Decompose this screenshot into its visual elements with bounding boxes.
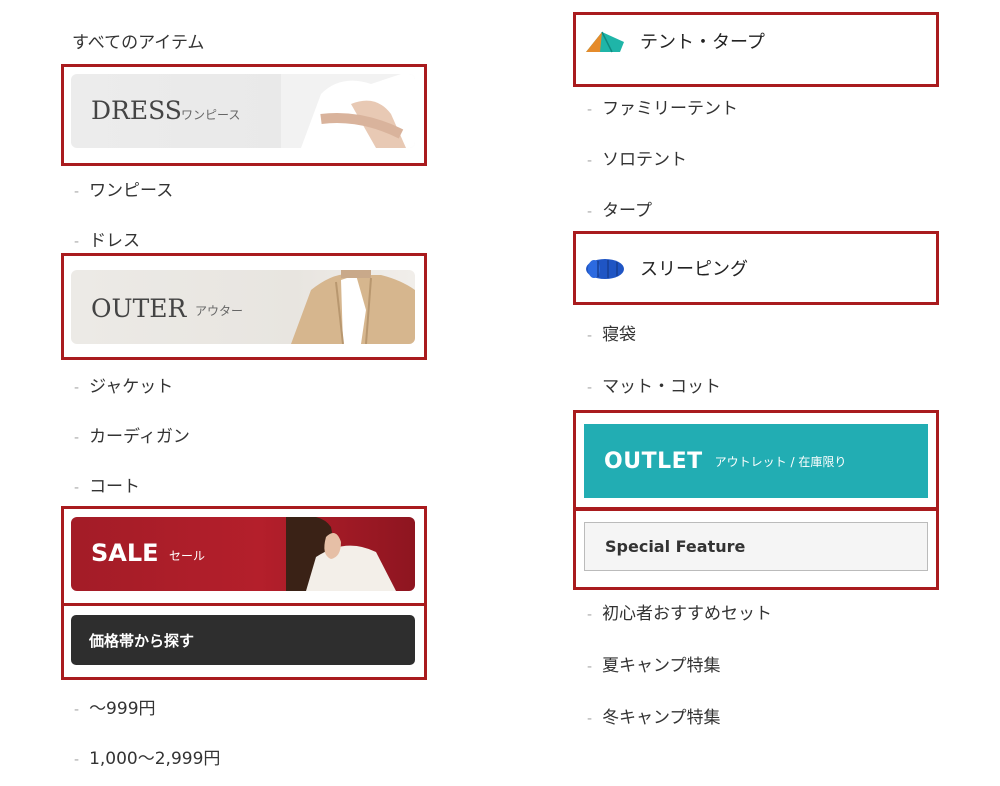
sale-title: SALE — [91, 539, 159, 567]
dress-model-image — [281, 74, 415, 148]
sleeping-category-header[interactable]: スリーピング — [584, 254, 748, 282]
list-item-label: 初心者おすすめセット — [602, 604, 773, 624]
list-item[interactable]: - ジャケット — [74, 372, 173, 397]
dash: - — [587, 102, 593, 118]
list-item[interactable]: - マット・コット — [587, 372, 721, 397]
dash: - — [74, 380, 80, 396]
dash: - — [74, 430, 80, 446]
dash: - — [74, 752, 80, 768]
tent-category-label: テント・タープ — [640, 32, 765, 53]
list-item[interactable]: - 寝袋 — [587, 320, 636, 345]
outlet-banner[interactable]: OUTLET アウトレット / 在庫限り — [584, 424, 928, 498]
list-item-label: ～999円 — [89, 699, 156, 719]
list-item-label: ドレス — [89, 231, 141, 251]
list-item-label: 冬キャンプ特集 — [602, 708, 721, 728]
dash: - — [587, 204, 593, 220]
dress-title: DRESS — [91, 96, 182, 125]
dash: - — [74, 184, 80, 200]
list-item[interactable]: - ワンピース — [74, 176, 173, 201]
dash: - — [587, 328, 593, 344]
list-item[interactable]: - ソロテント — [587, 145, 687, 170]
list-item[interactable]: -1,000～2,999円 — [74, 744, 220, 769]
list-item[interactable]: - ～999円 — [74, 694, 156, 719]
list-item-label: 夏キャンプ特集 — [602, 656, 721, 676]
tent-icon — [586, 31, 624, 53]
list-item-label: ワンピース — [89, 181, 174, 201]
dash: - — [587, 380, 593, 396]
special-feature-button[interactable]: Special Feature — [584, 522, 928, 571]
dash: - — [587, 711, 593, 727]
dash: - — [587, 659, 593, 675]
sale-model-image — [286, 517, 396, 591]
list-item-label: 寝袋 — [602, 325, 637, 345]
dash: - — [74, 702, 80, 718]
price-range-button[interactable]: 価格帯から探す — [71, 615, 415, 665]
list-item-label: カーディガン — [89, 427, 190, 447]
dash: - — [587, 153, 593, 169]
list-item[interactable]: - ドレス — [74, 226, 140, 251]
list-item[interactable]: - 冬キャンプ特集 — [587, 703, 721, 728]
list-item-label: ソロテント — [602, 150, 688, 170]
outer-title: OUTER — [91, 294, 187, 323]
all-items-link[interactable]: すべてのアイテム — [72, 28, 204, 53]
dash: - — [74, 234, 80, 250]
list-item[interactable]: - 初心者おすすめセット — [587, 599, 772, 624]
outlet-title: OUTLET — [604, 448, 703, 474]
list-item-label: コート — [89, 477, 141, 497]
outer-subtitle: アウター — [195, 304, 244, 318]
outer-model-image — [291, 270, 415, 344]
dress-subtitle: ワンピース — [181, 108, 241, 122]
price-range-label: 価格帯から探す — [89, 631, 195, 650]
list-item-label: マット・コット — [602, 377, 722, 397]
sale-subtitle: セール — [169, 549, 206, 563]
outer-banner[interactable]: OUTER アウター — [71, 270, 415, 344]
list-item-label: ジャケット — [89, 377, 174, 397]
dash: - — [587, 607, 593, 623]
special-feature-label: Special Feature — [605, 537, 746, 556]
list-item-label: タープ — [602, 201, 653, 221]
list-item[interactable]: - 夏キャンプ特集 — [587, 651, 721, 676]
sleeping-category-label: スリーピング — [640, 259, 748, 280]
sale-banner[interactable]: SALE セール — [71, 517, 415, 591]
tent-category-header[interactable]: テント・タープ — [584, 28, 765, 54]
list-item[interactable]: - コート — [74, 472, 140, 497]
sleeping-bag-icon — [586, 259, 624, 279]
list-item[interactable]: - カーディガン — [74, 422, 190, 447]
list-item[interactable]: - ファミリーテント — [587, 94, 738, 119]
list-item-label: 1,000～2,999円 — [89, 749, 221, 769]
outlet-subtitle: アウトレット / 在庫限り — [714, 454, 847, 469]
list-item-label: ファミリーテント — [602, 99, 739, 119]
dress-banner[interactable]: DRESS ワンピース — [71, 74, 415, 148]
dash: - — [74, 480, 80, 496]
list-item[interactable]: - タープ — [587, 196, 652, 221]
